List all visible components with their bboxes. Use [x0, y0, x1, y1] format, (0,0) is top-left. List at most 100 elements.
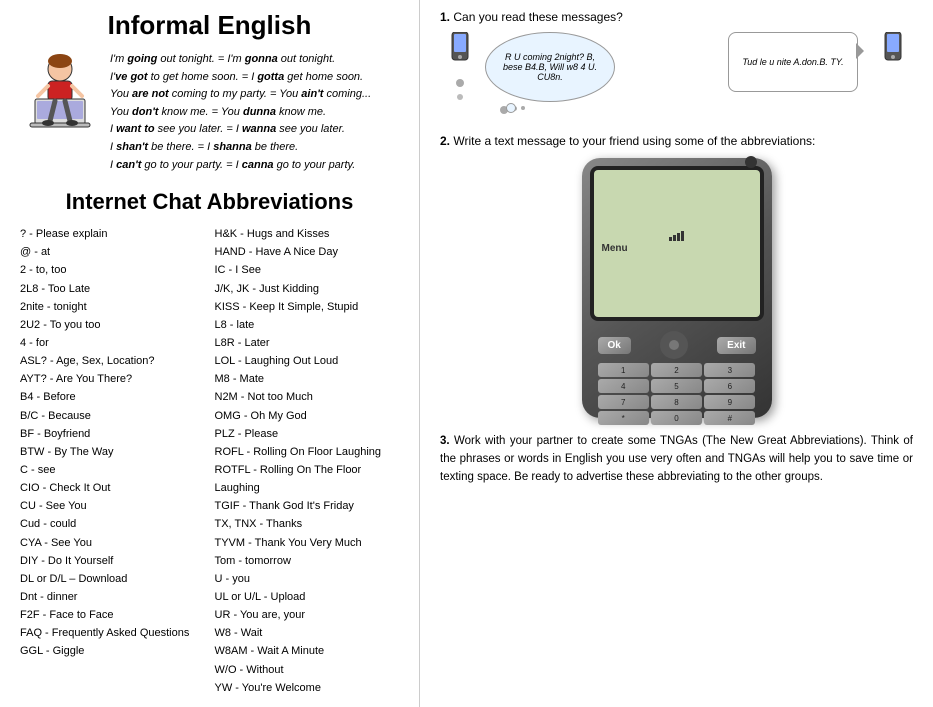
key-5[interactable]: 5 — [651, 379, 702, 393]
abbr-item: 2nite - tonight — [20, 298, 205, 316]
abbr-item: B4 - Before — [20, 388, 205, 406]
abbr-item: @ - at — [20, 243, 205, 261]
key-2[interactable]: 2 — [651, 363, 702, 377]
phone-menu-label: Menu — [602, 243, 628, 254]
phone-icon-right — [883, 32, 903, 72]
key-hash[interactable]: # — [704, 411, 755, 425]
phone-navpad[interactable] — [660, 331, 688, 359]
signal-bars — [669, 231, 684, 241]
abbr-item: 4 - for — [20, 334, 205, 352]
abbr-item: LOL - Laughing Out Loud — [215, 352, 400, 370]
key-4[interactable]: 4 — [598, 379, 649, 393]
phone-bottom-row: Ok Exit — [590, 327, 764, 363]
abbr-item: L8R - Later — [215, 334, 400, 352]
abbr-item: UR - You are, your — [215, 606, 400, 624]
abbr-item: CIO - Check It Out — [20, 479, 205, 497]
abbr-item: FAQ - Frequently Asked Questions — [20, 624, 205, 642]
informal-section: I'm going out tonight. = I'm gonna out t… — [20, 51, 399, 174]
question2: 2. Write a text message to your friend u… — [440, 134, 913, 148]
abbr-item: UL or U/L - Upload — [215, 588, 400, 606]
bubble1-text: R U coming 2night? B, bese B4.B, Will w8… — [496, 52, 604, 82]
abbr-item: Dnt - dinner — [20, 588, 205, 606]
phone-outer: Menu Ok Exit 1 2 3 4 5 6 7 — [582, 158, 772, 418]
abbr-item: DIY - Do It Yourself — [20, 552, 205, 570]
kid-image — [20, 51, 100, 131]
abbr-item: HAND - Have A Nice Day — [215, 243, 400, 261]
q1-num: 1. — [440, 10, 450, 24]
key-1[interactable]: 1 — [598, 363, 649, 377]
abbr-item: W8AM - Wait A Minute — [215, 642, 400, 660]
key-6[interactable]: 6 — [704, 379, 755, 393]
abbr-item: C - see — [20, 461, 205, 479]
abbr-item: ROTFL - Rolling On The Floor Laughing — [215, 461, 400, 497]
q2-text: Write a text message to your friend usin… — [453, 134, 815, 148]
key-star[interactable]: * — [598, 411, 649, 425]
abbr-item: BTW - By The Way — [20, 443, 205, 461]
abbr-item: AYT? - Are You There? — [20, 370, 205, 388]
q2-num: 2. — [440, 134, 450, 148]
phone-keypad: 1 2 3 4 5 6 7 8 9 * 0 # — [590, 363, 764, 425]
abbr-item: U - you — [215, 570, 400, 588]
phone-container: Menu Ok Exit 1 2 3 4 5 6 7 — [440, 158, 913, 418]
q3-text: Work with your partner to create some TN… — [440, 435, 913, 483]
question3: 3. Work with your partner to create some… — [440, 433, 913, 486]
abbr-item: CYA - See You — [20, 534, 205, 552]
phone-person-left — [450, 32, 470, 100]
phone-person-right — [883, 32, 903, 72]
abbr-item: KISS - Keep It Simple, Stupid — [215, 298, 400, 316]
abbr-item: W8 - Wait — [215, 624, 400, 642]
abbr-item: ROFL - Rolling On Floor Laughing — [215, 443, 400, 461]
signal-bar-3 — [677, 233, 680, 241]
right-panel: 1. Can you read these messages? R U comi… — [420, 0, 933, 707]
phone-screen: Menu — [594, 170, 760, 317]
abbr-item: CU - See You — [20, 497, 205, 515]
key-9[interactable]: 9 — [704, 395, 755, 409]
abbr-item: ? - Please explain — [20, 225, 205, 243]
key-3[interactable]: 3 — [704, 363, 755, 377]
abbr-item: TYVM - Thank You Very Much — [215, 534, 400, 552]
question1: 1. Can you read these messages? — [440, 10, 913, 24]
signal-bar-4 — [681, 231, 684, 241]
abbr-item: GGL - Giggle — [20, 642, 205, 660]
phone-icon-left — [450, 32, 470, 72]
main-title: Informal English — [20, 10, 399, 41]
key-0[interactable]: 0 — [651, 411, 702, 425]
abbr-item: B/C - Because — [20, 407, 205, 425]
key-7[interactable]: 7 — [598, 395, 649, 409]
abbr-item: Cud - could — [20, 515, 205, 533]
abbr-item: M8 - Mate — [215, 370, 400, 388]
phone-ok-btn[interactable]: Ok — [598, 337, 631, 354]
abbr-item: ASL? - Age, Sex, Location? — [20, 352, 205, 370]
left-panel: Informal English — [0, 0, 420, 707]
phone-exit-btn[interactable]: Exit — [717, 337, 755, 354]
abbr-item: YW - You're Welcome — [215, 679, 400, 697]
speech-bubbles: R U coming 2night? B, bese B4.B, Will w8… — [440, 32, 913, 114]
phone-camera-icon — [745, 156, 757, 168]
abbr-item: 2 - to, too — [20, 261, 205, 279]
abbr-item: TGIF - Thank God It's Friday — [215, 497, 400, 515]
abbr-item: 2U2 - To you too — [20, 316, 205, 334]
informal-text: I'm going out tonight. = I'm gonna out t… — [110, 51, 371, 174]
abbr-item: F2F - Face to Face — [20, 606, 205, 624]
thought-bubble-left: R U coming 2night? B, bese B4.B, Will w8… — [485, 32, 615, 102]
abbr-item: PLZ - Please — [215, 425, 400, 443]
abbr-item: BF - Boyfriend — [20, 425, 205, 443]
abbr-item: N2M - Not too Much — [215, 388, 400, 406]
abbr-item: L8 - late — [215, 316, 400, 334]
q1-text: Can you read these messages? — [453, 10, 622, 24]
phone-screen-area: Menu — [590, 166, 764, 321]
abbr-item: J/K, JK - Just Kidding — [215, 280, 400, 298]
abbr-col1: ? - Please explain@ - at2 - to, too2L8 -… — [20, 225, 205, 697]
abbr-item: W/O - Without — [215, 661, 400, 679]
abbreviations-grid: ? - Please explain@ - at2 - to, too2L8 -… — [20, 225, 399, 697]
abbr-item: DL or D/L – Download — [20, 570, 205, 588]
key-8[interactable]: 8 — [651, 395, 702, 409]
abbr-col2: H&K - Hugs and KissesHAND - Have A Nice … — [215, 225, 400, 697]
speech-bubble-right: Tud le u nite A.don.B. TY. — [728, 32, 858, 92]
abbr-item: IC - I See — [215, 261, 400, 279]
bubble2-text: Tud le u nite A.don.B. TY. — [742, 57, 843, 67]
phone-menu-bar: Menu — [594, 241, 760, 256]
abbr-item: H&K - Hugs and Kisses — [215, 225, 400, 243]
abbr-item: OMG - Oh My God — [215, 407, 400, 425]
abbr-item: Tom - tomorrow — [215, 552, 400, 570]
